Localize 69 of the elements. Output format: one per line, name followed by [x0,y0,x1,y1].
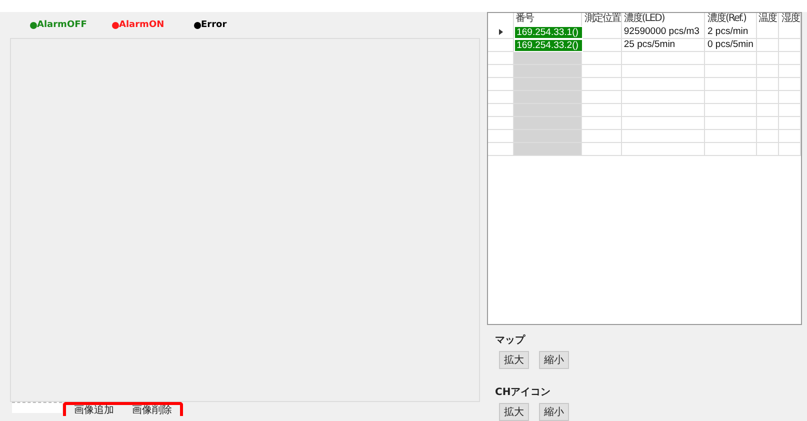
table-cell [756,130,780,143]
table-cell [756,39,780,52]
table-cell [705,91,757,104]
image-button[interactable]: 画像追加 [74,405,114,416]
table-cell: 2 pcs/min [705,26,757,39]
table-cell [756,117,780,130]
table-cell [514,91,582,104]
table-cell [514,143,582,156]
address-cell: 169.254.33.2() [514,39,582,52]
table-cell [779,117,801,130]
table-cell [779,52,801,65]
table-cell [514,78,582,91]
table-cell [582,117,622,130]
table-cell [705,143,757,156]
table-cell [756,26,780,39]
table-cell [756,52,780,65]
table-cell [705,65,757,78]
legend-label: AlarmON [119,20,164,30]
table-cell [756,104,780,117]
table-cell [756,78,780,91]
column-header[interactable]: 湿度 [779,13,801,26]
table-cell [582,26,622,39]
legend-label: AlarmOFF [37,20,87,30]
image-button[interactable]: 画像削除 [132,405,172,416]
address-cell: 169.254.33.1() [514,26,582,39]
table-cell [779,143,801,156]
table-cell [779,130,801,143]
column-header[interactable]: 温度 [756,13,780,26]
table-cell [514,52,582,65]
table-cell [779,104,801,117]
column-header[interactable]: 濃度(Ref.) [705,13,757,26]
current-row-icon [499,29,504,35]
table-cell [514,130,582,143]
table-cell [779,65,801,78]
table-cell [582,78,622,91]
column-header[interactable]: 濃度(LED) [622,13,706,26]
table-cell [582,91,622,104]
table-cell: 92590000 pcs/m3 [622,26,706,39]
table-cell [705,104,757,117]
table-cell [582,52,622,65]
table-cell: 25 pcs/5min [622,39,706,52]
table-cell [705,52,757,65]
legend-label: Error [201,20,227,30]
table-cell [582,104,622,117]
table-cell [582,143,622,156]
table-cell [514,117,582,130]
group-label: マップ [495,333,526,347]
table-cell [756,91,780,104]
table-cell [582,65,622,78]
table-cell: 0 pcs/5min [705,39,757,52]
table-cell [779,91,801,104]
table-cell [756,143,780,156]
table-cell [779,26,801,39]
zoom-button[interactable]: 拡大 [499,403,529,421]
table-cell [779,39,801,52]
table-cell [582,39,622,52]
zoom-button[interactable]: 拡大 [499,351,529,369]
table-cell [582,130,622,143]
table-cell [705,117,757,130]
table-cell [779,78,801,91]
group-label: CHアイコン [495,386,552,399]
table-cell [514,65,582,78]
table-cell [705,130,757,143]
table-cell [705,78,757,91]
zoom-button[interactable]: 縮小 [539,351,569,369]
table-cell [756,65,780,78]
tab[interactable] [12,402,62,413]
zoom-button[interactable]: 縮小 [539,403,569,421]
table-cell [514,104,582,117]
